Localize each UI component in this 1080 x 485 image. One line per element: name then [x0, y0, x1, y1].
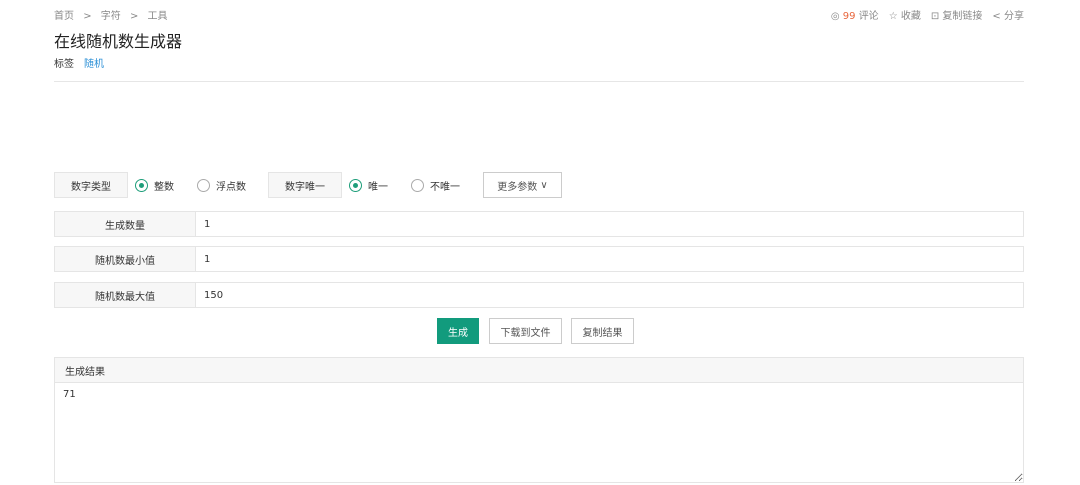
comment-count: 99	[842, 11, 856, 22]
radio-not-unique[interactable]: 不唯一	[411, 178, 460, 193]
field-label: 生成数量	[55, 212, 196, 236]
copy-result-button[interactable]: 复制结果	[571, 318, 634, 344]
tags: 标签 随机	[54, 55, 104, 70]
breadcrumb-separator: >	[83, 11, 92, 22]
breadcrumb-chars[interactable]: 字符	[101, 11, 121, 22]
page-title: 在线随机数生成器	[54, 32, 183, 51]
radio-unchecked-icon	[411, 179, 424, 192]
max-input[interactable]: 150	[196, 283, 1023, 307]
tags-label: 标签	[54, 59, 74, 70]
radio-label: 不唯一	[430, 182, 460, 193]
link-icon: ⊡	[930, 11, 940, 22]
comment-icon: ◎	[830, 11, 840, 22]
number-type-label: 数字类型	[54, 172, 128, 198]
result-label: 生成结果	[55, 358, 1023, 383]
share-button[interactable]: < 分享	[992, 7, 1024, 22]
radio-checked-icon	[349, 179, 362, 192]
radio-checked-icon	[135, 179, 148, 192]
comment-label: 评论	[858, 11, 879, 22]
copy-link-label: 复制链接	[942, 11, 983, 22]
radio-label: 整数	[154, 182, 174, 193]
radio-label: 浮点数	[216, 182, 246, 193]
field-label: 随机数最大值	[55, 283, 196, 307]
field-label: 随机数最小值	[55, 247, 196, 271]
breadcrumb-separator: >	[129, 11, 139, 22]
count-input[interactable]: 1	[196, 212, 1023, 236]
favorite-button[interactable]: ☆ 收藏	[889, 7, 921, 22]
min-input[interactable]: 1	[196, 247, 1023, 271]
result-panel: 生成结果 71	[54, 357, 1024, 483]
field-max: 随机数最大值 150	[54, 282, 1024, 308]
share-label: 分享	[1004, 11, 1024, 22]
radio-unchecked-icon	[197, 179, 210, 192]
field-min: 随机数最小值 1	[54, 246, 1024, 272]
divider	[54, 81, 1024, 82]
copy-link-button[interactable]: ⊡ 复制链接	[931, 7, 983, 22]
more-params-label: 更多参数	[497, 181, 538, 193]
radio-float[interactable]: 浮点数	[197, 178, 246, 193]
result-textarea[interactable]: 71	[55, 383, 1023, 482]
radio-unique[interactable]: 唯一	[349, 178, 388, 193]
radio-label: 唯一	[368, 182, 388, 193]
more-params-button[interactable]: 更多参数 ∨	[483, 172, 562, 198]
radio-integer[interactable]: 整数	[135, 178, 174, 193]
share-icon: <	[992, 11, 1001, 22]
page-actions: ◎ 99 评论 ☆ 收藏 ⊡ 复制链接 < 分享	[831, 7, 1024, 22]
generate-button[interactable]: 生成	[437, 318, 479, 344]
download-button[interactable]: 下载到文件	[489, 318, 562, 344]
comments-link[interactable]: ◎ 99 评论	[831, 7, 879, 22]
favorite-label: 收藏	[900, 11, 921, 22]
field-count: 生成数量 1	[54, 211, 1024, 237]
star-icon: ☆	[888, 11, 898, 22]
tag-link[interactable]: 随机	[84, 59, 104, 70]
unique-label: 数字唯一	[268, 172, 342, 198]
chevron-down-icon: ∨	[540, 179, 548, 191]
breadcrumb-home[interactable]: 首页	[54, 11, 74, 22]
breadcrumb: 首页 > 字符 > 工具	[54, 7, 174, 22]
breadcrumb-tools[interactable]: 工具	[148, 11, 168, 22]
